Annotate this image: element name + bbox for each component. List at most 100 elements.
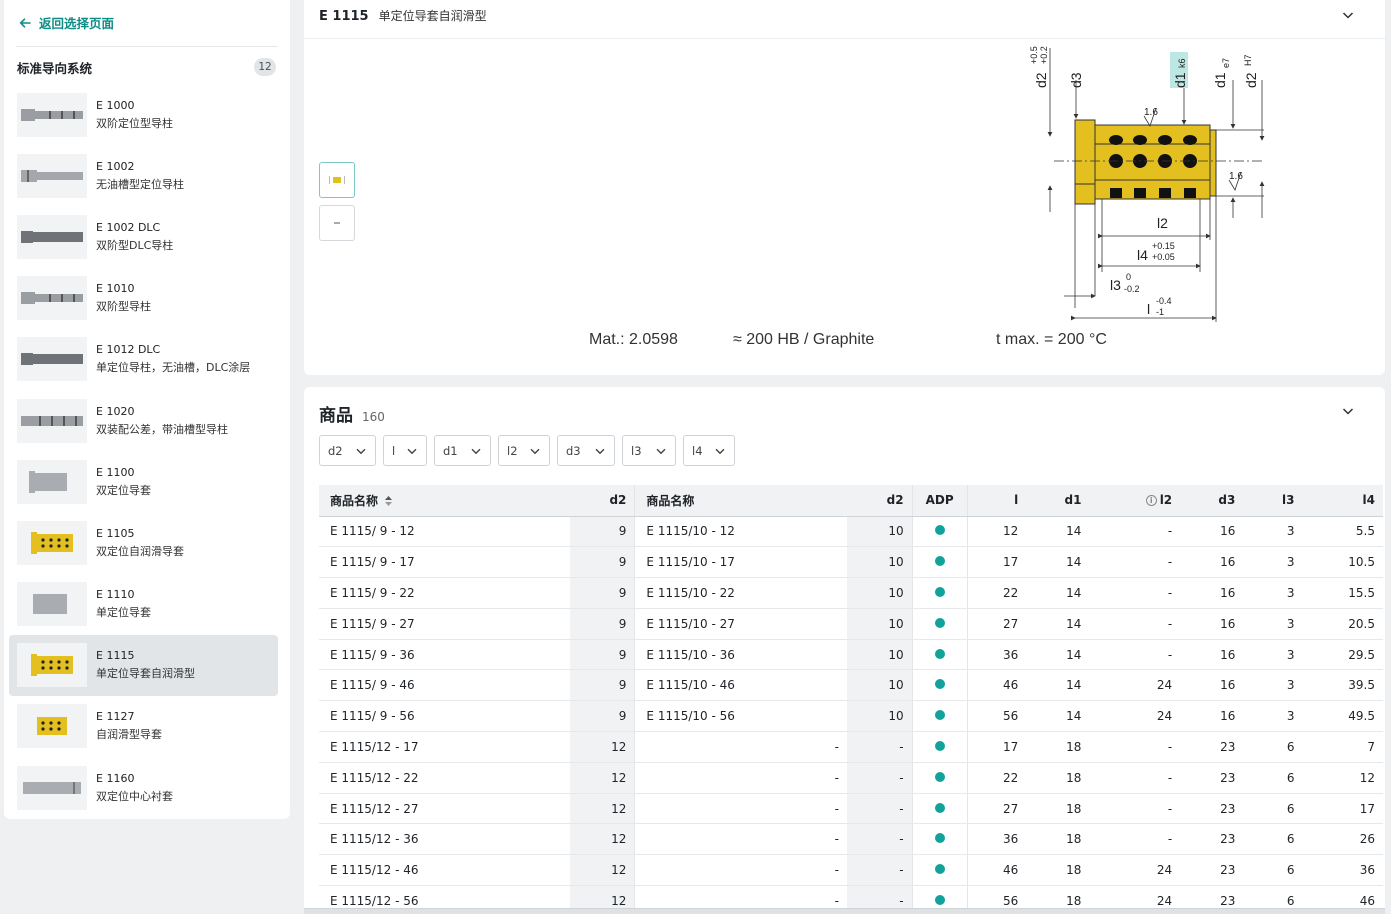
- table-row[interactable]: E 1115/ 9 - 12 9 E 1115/10 - 12 10 12 14…: [319, 516, 1383, 548]
- sidebar-item-e-1012-dlc[interactable]: E 1012 DLC 单定位导柱，无油槽，DLC涂层: [9, 329, 278, 390]
- sidebar-item-e-1020[interactable]: E 1020 双装配公差，带油槽型导柱: [9, 390, 278, 451]
- cell-l2: -: [1089, 516, 1181, 548]
- filter-l[interactable]: l: [383, 435, 427, 466]
- table-row[interactable]: E 1115/12 - 27 12 - - 27 18 - 23 6 17: [319, 793, 1383, 825]
- product-name: 双定位自润滑导套: [96, 544, 184, 558]
- cell-d2: 9: [569, 700, 635, 733]
- adp-status-dot: [934, 802, 945, 813]
- products-panel: 商品 160 d2 l d1 l2 d3 l3 l4 商品名称 d2 商品名称 …: [304, 387, 1385, 914]
- cell-name-2[interactable]: E 1115/10 - 12: [634, 516, 847, 548]
- horizontal-scrollbar[interactable]: [304, 908, 1385, 914]
- bush-plain-icon: [33, 594, 67, 615]
- cell-name[interactable]: E 1115/12 - 17: [319, 731, 570, 763]
- cell-d2: 9: [569, 577, 635, 609]
- info-icon[interactable]: i: [1145, 495, 1157, 507]
- table-row[interactable]: E 1115/ 9 - 36 9 E 1115/10 - 36 10 36 14…: [319, 639, 1383, 671]
- column-header-l2[interactable]: i l2: [1089, 485, 1181, 517]
- chevron-down-icon: [595, 448, 605, 454]
- table-row[interactable]: E 1115/ 9 - 56 9 E 1115/10 - 56 10 56 14…: [319, 700, 1383, 733]
- sidebar-item-e-1010[interactable]: E 1010 双阶型导柱: [9, 268, 278, 329]
- filter-l2[interactable]: l2: [498, 435, 550, 466]
- filter-l4[interactable]: l4: [683, 435, 735, 466]
- cell-name[interactable]: E 1115/12 - 36: [319, 823, 570, 856]
- cell-name[interactable]: E 1115/12 - 27: [319, 793, 570, 825]
- column-header-name-2[interactable]: 商品名称: [634, 485, 847, 517]
- table-row[interactable]: E 1115/ 9 - 17 9 E 1115/10 - 17 10 17 14…: [319, 546, 1383, 579]
- cell-name[interactable]: E 1115/12 - 22: [319, 762, 570, 794]
- column-header-d2-2[interactable]: d2: [846, 485, 913, 517]
- column-header-d1[interactable]: d1: [1026, 485, 1090, 517]
- cell-d2: 9: [569, 669, 635, 702]
- cell-d2-2: -: [846, 731, 913, 763]
- cell-name-2[interactable]: E 1115/10 - 36: [634, 639, 847, 671]
- sidebar-item-e-1127[interactable]: E 1127 自润滑型导套: [9, 696, 278, 757]
- product-code: E 1100: [96, 465, 135, 479]
- product-name: 单定位导套: [96, 606, 151, 620]
- chevron-down-icon[interactable]: [1341, 8, 1355, 22]
- sort-icon[interactable]: [384, 495, 393, 507]
- chevron-down-icon: [356, 448, 366, 454]
- adp-status-dot: [934, 894, 945, 905]
- thumbnail-photo-button[interactable]: [319, 205, 355, 241]
- product-thumbnail: [17, 92, 87, 137]
- table-row[interactable]: E 1115/12 - 17 12 - - 17 18 - 23 6 7: [319, 731, 1383, 763]
- cell-name[interactable]: E 1115/ 9 - 17: [319, 546, 570, 579]
- product-code: E 1115: [96, 649, 135, 663]
- cell-l4: 15.5: [1302, 577, 1383, 609]
- column-header-l[interactable]: l: [966, 485, 1027, 517]
- cell-name-2[interactable]: E 1115/10 - 17: [634, 546, 847, 579]
- thumbnail-drawing-button[interactable]: [319, 162, 355, 198]
- cell-name-2[interactable]: E 1115/10 - 56: [634, 700, 847, 733]
- table-row[interactable]: E 1115/12 - 22 12 - - 22 18 - 23 6 12: [319, 762, 1383, 794]
- table-row[interactable]: E 1115/ 9 - 27 9 E 1115/10 - 27 10 27 14…: [319, 608, 1383, 640]
- cell-name[interactable]: E 1115/ 9 - 46: [319, 669, 570, 702]
- column-header-d3[interactable]: d3: [1180, 485, 1244, 517]
- column-header-d2[interactable]: d2: [569, 485, 635, 517]
- back-link[interactable]: 返回选择页面: [18, 13, 114, 32]
- cell-name[interactable]: E 1115/ 9 - 22: [319, 577, 570, 609]
- sidebar-item-e-1110[interactable]: E 1110 单定位导套: [9, 574, 278, 635]
- column-header-l4[interactable]: l4: [1302, 485, 1383, 517]
- chevron-down-icon: [471, 448, 481, 454]
- cell-name[interactable]: E 1115/ 9 - 27: [319, 608, 570, 640]
- sidebar-item-e-1000[interactable]: E 1000 双阶定位型导柱: [9, 84, 278, 145]
- sidebar-item-e-1100[interactable]: E 1100 双定位导套: [9, 451, 278, 512]
- column-header-name[interactable]: 商品名称: [319, 485, 570, 517]
- sidebar-item-e-1002[interactable]: E 1002 无油槽型定位导柱: [9, 145, 278, 206]
- cell-name-2[interactable]: E 1115/10 - 46: [634, 669, 847, 702]
- product-thumbnail: [17, 765, 87, 810]
- product-thumbnail: [17, 459, 87, 504]
- cell-name[interactable]: E 1115/ 9 - 56: [319, 700, 570, 733]
- adp-status-dot: [934, 617, 945, 628]
- table-row[interactable]: E 1115/12 - 36 12 - - 36 18 - 23 6 26: [319, 823, 1383, 856]
- cell-d2: 12: [569, 854, 635, 887]
- table-row[interactable]: E 1115/ 9 - 46 9 E 1115/10 - 46 10 46 14…: [319, 669, 1383, 702]
- column-header-adp[interactable]: ADP: [911, 485, 968, 517]
- adp-status-dot: [934, 648, 945, 659]
- sidebar-item-e-1160[interactable]: E 1160 双定位中心衬套: [9, 757, 278, 818]
- column-header-l3[interactable]: l3: [1243, 485, 1303, 517]
- product-thumbnail: [17, 337, 87, 382]
- cell-name[interactable]: E 1115/12 - 46: [319, 854, 570, 887]
- dim-d1-k6: d1: [1172, 72, 1188, 88]
- cell-l4: 7: [1302, 731, 1383, 763]
- table-row[interactable]: E 1115/ 9 - 22 9 E 1115/10 - 22 10 22 14…: [319, 577, 1383, 609]
- filter-d2[interactable]: d2: [319, 435, 376, 466]
- table-row[interactable]: E 1115/12 - 46 12 - - 46 18 24 23 6 36: [319, 854, 1383, 887]
- chevron-down-icon[interactable]: [1341, 404, 1355, 418]
- cell-name[interactable]: E 1115/ 9 - 12: [319, 516, 570, 548]
- filter-d3[interactable]: d3: [557, 435, 615, 466]
- technical-drawing: d2 +0.5 +0.2 d3 d1 k6 d1 e7 d2 H7 1.6 1.…: [1029, 46, 1265, 322]
- filter-label: l: [392, 443, 396, 458]
- cell-d1: 14: [1026, 700, 1090, 733]
- product-text: E 1127 自润滑型导套: [96, 708, 162, 744]
- filter-d1[interactable]: d1: [434, 435, 491, 466]
- sidebar-item-e-1115[interactable]: E 1115 单定位导套自润滑型: [9, 634, 278, 696]
- sidebar-item-e-1105[interactable]: E 1105 双定位自润滑导套: [9, 512, 278, 573]
- filter-l3[interactable]: l3: [622, 435, 676, 466]
- cell-l: 22: [966, 577, 1027, 609]
- cell-name[interactable]: E 1115/ 9 - 36: [319, 639, 570, 671]
- cell-name-2[interactable]: E 1115/10 - 27: [634, 608, 847, 640]
- cell-name-2[interactable]: E 1115/10 - 22: [634, 577, 847, 609]
- sidebar-item-e-1002-dlc[interactable]: E 1002 DLC 双阶型DLC导柱: [9, 206, 278, 267]
